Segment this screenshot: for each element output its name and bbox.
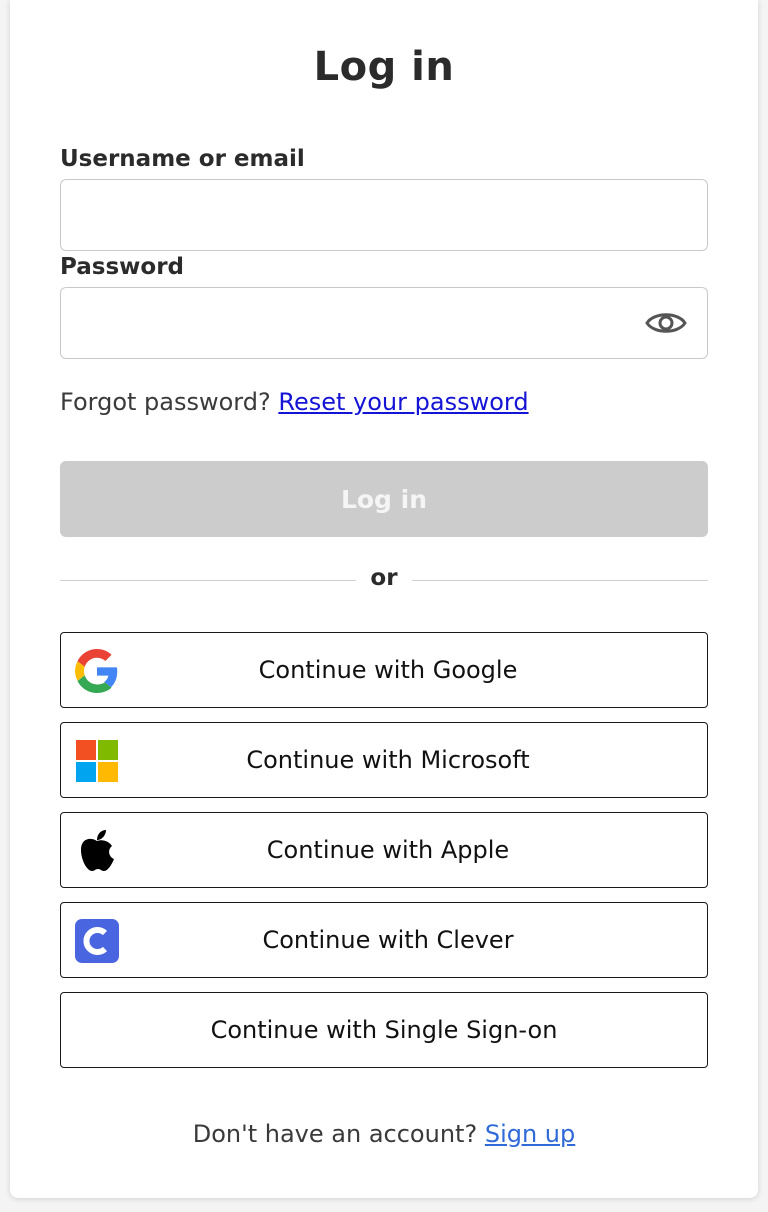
eye-icon[interactable] — [645, 308, 687, 338]
divider-line-right — [412, 580, 708, 581]
apple-icon — [75, 829, 119, 873]
username-input[interactable] — [60, 179, 708, 251]
continue-microsoft-button[interactable]: Continue with Microsoft — [60, 722, 708, 798]
continue-apple-button[interactable]: Continue with Apple — [60, 812, 708, 888]
password-label: Password — [60, 254, 184, 280]
username-label: Username or email — [60, 146, 305, 172]
login-card: Log in Username or email Password Forgot… — [10, 0, 758, 1198]
login-button[interactable]: Log in — [60, 461, 708, 537]
forgot-password-row: Forgot password? Reset your password — [60, 388, 529, 416]
signup-row: Don't have an account? Sign up — [10, 1120, 758, 1148]
sso-label: Continue with Apple — [266, 836, 510, 864]
continue-google-button[interactable]: Continue with Google — [60, 632, 708, 708]
sso-label: Continue with Clever — [262, 926, 514, 954]
divider-or: or — [370, 565, 398, 591]
continue-clever-button[interactable]: Continue with Clever — [60, 902, 708, 978]
microsoft-icon — [75, 739, 119, 783]
forgot-password-prompt: Forgot password? — [60, 388, 271, 416]
page-title: Log in — [313, 44, 455, 90]
clever-icon — [75, 919, 119, 963]
google-icon — [75, 649, 119, 693]
continue-sso-button[interactable]: Continue with Single Sign-on — [60, 992, 708, 1068]
reset-password-link[interactable]: Reset your password — [278, 388, 528, 416]
sso-label: Continue with Microsoft — [246, 746, 530, 774]
signup-link[interactable]: Sign up — [485, 1120, 575, 1148]
sso-label: Continue with Google — [258, 656, 518, 684]
signup-prompt: Don't have an account? — [192, 1120, 478, 1148]
password-input[interactable] — [60, 287, 708, 359]
sso-label: Continue with Single Sign-on — [210, 1016, 558, 1044]
